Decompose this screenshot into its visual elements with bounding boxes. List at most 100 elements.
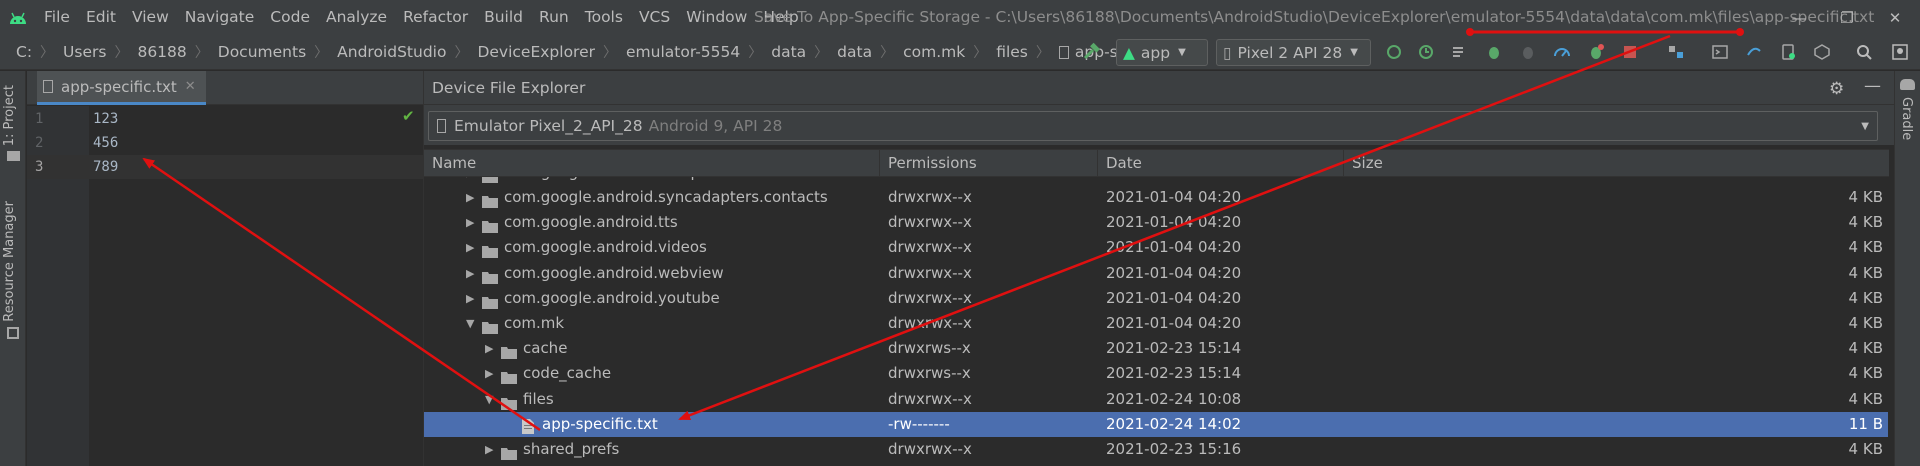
breadcrumb-item[interactable]: com.mk [903,43,965,61]
editor-tab-app-specific[interactable]: app-specific.txt ✕ [37,71,206,105]
sdk-manager-icon[interactable] [1810,40,1834,64]
line-text: 456 [93,135,119,151]
file-name: com.google.android.syncadapters.contacts [504,188,828,206]
project-tool-tab[interactable]: 1: Project [2,85,17,146]
expand-arrow-icon[interactable]: ▶ [485,336,493,361]
file-row[interactable]: ▶ com.google.android.syncadapters.contact… [424,185,1889,210]
folder-icon [501,393,517,410]
breadcrumb-item[interactable]: files [996,43,1028,61]
menu-view[interactable]: View [124,0,177,35]
device-select[interactable]: ▯ Pixel 2 API 28 ▼ [1216,39,1371,66]
breadcrumb-separator-icon: 〉 [314,45,329,61]
file-row[interactable]: ▶ com.google.android.webview drwxrwx--x 202… [424,261,1889,286]
folder-icon [482,177,498,183]
apply-code-changes-icon[interactable] [1414,40,1438,64]
search-icon[interactable] [1852,40,1876,64]
resource-manager-tool-tab[interactable]: Resource Manager [2,201,17,322]
column-name[interactable]: Name [424,150,880,177]
menu-code[interactable]: Code [262,0,318,35]
menu-file[interactable]: File [36,0,78,35]
expand-arrow-icon[interactable]: ▶ [485,361,493,386]
folder-icon [482,292,498,309]
expand-arrow-icon[interactable]: ▶ [466,235,474,260]
close-tab-icon[interactable]: ✕ [185,79,196,94]
sync-gradle-icon[interactable] [1742,40,1766,64]
file-permissions: drwxrwx--x [888,238,972,257]
breadcrumb-item[interactable]: data [837,43,872,61]
code-line[interactable]: 3 789 [27,155,423,179]
file-row[interactable]: ▼ files drwxrwx--x 2021-02-24 10:08 4 KB [424,387,1889,412]
breadcrumb-item[interactable]: emulator-5554 [626,43,740,61]
breadcrumb-item[interactable]: 86188 [137,43,186,61]
debug-bug-icon[interactable] [1482,40,1506,64]
breadcrumb-label: data [837,43,873,61]
debug-attach-icon[interactable] [1584,40,1608,64]
menu-tools[interactable]: Tools [577,0,631,35]
run-coverage-icon[interactable] [1448,40,1472,64]
folder-icon [482,191,498,208]
device-name: Emulator Pixel_2_API_28 [454,117,643,135]
menu-window[interactable]: Window [678,0,755,35]
gear-icon[interactable]: ⚙ [1829,79,1844,99]
file-row[interactable]: ▶ com.google.android.setupwizard drwxrwx--… [424,177,1889,185]
attach-debugger-icon[interactable] [1516,40,1540,64]
column-permissions[interactable]: Permissions [880,150,1098,177]
android-icon: ▲ [1123,43,1135,62]
menu-edit[interactable]: Edit [78,0,124,35]
menu-refactor[interactable]: Refactor [395,0,476,35]
file-row[interactable]: ▶ code_cache drwxrws--x 2021-02-23 15:14 4 K… [424,361,1889,386]
code-line[interactable]: 1 123 [27,107,423,131]
column-size[interactable]: Size [1344,150,1889,177]
file-row[interactable]: ▼ com.mk drwxrwx--x 2021-01-04 04:20 4 KB [424,311,1889,336]
code-line[interactable]: 2 456 [27,131,423,155]
collapse-arrow-icon[interactable]: ▼ [485,387,493,412]
minimize-icon[interactable]: — [1776,0,1822,35]
line-number: 2 [35,135,44,151]
breadcrumb-item[interactable]: C: [16,43,32,61]
column-date[interactable]: Date [1098,150,1344,177]
expand-arrow-icon[interactable]: ▶ [466,261,474,286]
breadcrumb-item[interactable]: data [771,43,806,61]
file-row[interactable]: ▶ com.google.android.youtube drwxrwx--x 202… [424,286,1889,311]
avd-manager-icon[interactable] [1776,40,1800,64]
expand-arrow-icon[interactable]: ▶ [466,286,474,311]
emulator-device-dropdown[interactable]: Emulator Pixel_2_API_28 Android 9, API 2… [428,111,1878,141]
file-size: 4 KB [1848,213,1883,232]
run-config-select[interactable]: ▲ app ▼ [1116,39,1208,66]
menu-run[interactable]: Run [531,0,577,35]
restore-icon[interactable]: ❐ [1824,0,1870,35]
file-row[interactable]: ▶ com.google.android.videos drwxrwx--x 2021… [424,235,1889,260]
gradle-tool-tab[interactable]: Gradle [1899,97,1914,140]
file-row[interactable]: ▶ shared_prefs drwxrwx--x 2021-02-23 15:16 4… [424,437,1889,462]
menu-bar: File Edit View Navigate Code Analyze Refactor B… [0,0,1920,35]
breadcrumb: C: 〉 Users 〉 86188 〉 Documents 〉 AndroidStudio 〉 D… [0,35,1194,70]
breadcrumb-item[interactable]: AndroidStudio [337,43,446,61]
menu-navigate[interactable]: Navigate [177,0,263,35]
collapse-arrow-icon[interactable]: ▼ [466,311,474,336]
build-hammer-icon[interactable] [1080,40,1104,64]
expand-arrow-icon[interactable]: ▶ [466,210,474,235]
menu-build[interactable]: Build [476,0,531,35]
hide-panel-icon[interactable]: — [1864,76,1881,96]
expand-arrow-icon[interactable]: ▶ [466,177,474,185]
menu-vcs[interactable]: VCS [631,0,678,35]
file-row[interactable]: ▶ com.google.android.tts drwxrwx--x 2021-01… [424,210,1889,235]
selected-file-row[interactable]: app-specific.txt -rw------- 2021-02-24 14:… [424,411,1889,437]
menu-analyze[interactable]: Analyze [318,0,395,35]
file-row[interactable]: ▶ cache drwxrws--x 2021-02-23 15:14 4 KB [424,336,1889,361]
line-number: 1 [35,111,44,127]
expand-arrow-icon[interactable]: ▶ [485,437,493,462]
account-icon[interactable] [1888,40,1912,64]
file-table-header: Name Permissions Date Size [424,149,1889,177]
profiler-gauge-icon[interactable] [1550,40,1574,64]
terminal-icon[interactable] [1708,40,1732,64]
breadcrumb-item[interactable]: DeviceExplorer [477,43,595,61]
device-info: Android 9, API 28 [648,117,783,135]
stop-icon[interactable] [1618,40,1642,64]
project-structure-icon[interactable] [1664,40,1688,64]
expand-arrow-icon[interactable]: ▶ [466,185,474,210]
apply-changes-restart-icon[interactable] [1382,40,1406,64]
breadcrumb-item[interactable]: Documents [218,43,306,61]
breadcrumb-item[interactable]: Users [63,43,106,61]
close-icon[interactable]: ✕ [1872,0,1918,35]
